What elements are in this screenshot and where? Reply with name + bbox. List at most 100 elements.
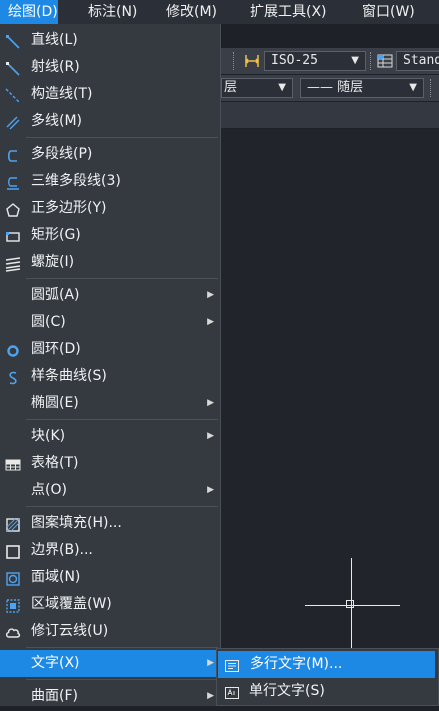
rectangle-icon (5, 228, 21, 244)
menu-item-mtext[interactable]: 多行文字(M)... (218, 651, 435, 678)
menu-item-table[interactable]: 表格(T) (0, 450, 220, 477)
menu-item-label: 表格(T) (31, 455, 79, 471)
textstyle-combo[interactable]: Stand (396, 51, 439, 71)
menu-item-label: 圆弧(A) (31, 287, 80, 303)
multiline-icon (5, 114, 21, 130)
menu-bar: 绘图(D) 标注(N) 修改(M) 扩展工具(X) 窗口(W) (0, 0, 439, 24)
menu-item-rectangle[interactable]: 矩形(G) (0, 222, 220, 249)
menu-item-donut[interactable]: 圆环(D) (0, 336, 220, 363)
menu-item-label: 点(O) (31, 482, 67, 498)
menu-item-label: 多行文字(M)... (250, 656, 343, 672)
ray-icon (5, 60, 21, 76)
menu-item-label: 矩形(G) (31, 227, 81, 243)
menu-window[interactable]: 窗口(W) (354, 0, 423, 24)
menu-item-label: 边界(B)... (31, 542, 93, 558)
menu-separator (26, 137, 218, 138)
menu-separator (26, 647, 218, 648)
menu-item-hatch[interactable]: 图案填充(H)... (0, 510, 220, 537)
menu-dimension[interactable]: 标注(N) (80, 0, 145, 24)
chevron-down-icon: ▼ (351, 55, 359, 66)
menu-item-label: 文字(X) (31, 655, 80, 671)
dimstyle-icon[interactable] (244, 53, 260, 69)
menu-item-label: 区域覆盖(W) (31, 596, 112, 612)
menu-item-3d-polyline[interactable]: 三维多段线(3) (0, 168, 220, 195)
menu-item-multiline[interactable]: 多线(M) (0, 108, 220, 135)
submenu-arrow-icon: ▶ (207, 398, 214, 408)
menu-item-label: 射线(R) (31, 59, 80, 75)
polyline-icon (5, 147, 21, 163)
menu-item-line[interactable]: 直线(L) (0, 27, 220, 54)
menu-item-label: 构造线(T) (31, 86, 93, 102)
menu-separator (26, 419, 218, 420)
menu-item-spline[interactable]: 样条曲线(S) (0, 363, 220, 390)
menu-item-label: 多段线(P) (31, 146, 93, 162)
menu-item-point[interactable]: 点(O) ▶ (0, 477, 220, 504)
submenu-arrow-icon: ▶ (207, 431, 214, 441)
menu-item-label: 样条曲线(S) (31, 368, 107, 384)
wipeout-icon (5, 597, 21, 613)
menu-separator (26, 506, 218, 507)
menu-item-polygon[interactable]: 正多边形(Y) (0, 195, 220, 222)
menu-item-label: 图案填充(H)... (31, 515, 122, 531)
chevron-down-icon: ▼ (278, 82, 286, 93)
submenu-arrow-icon: ▶ (207, 485, 214, 495)
menu-item-helix[interactable]: 螺旋(I) (0, 249, 220, 276)
layer-combo[interactable]: 层 ▼ (221, 78, 293, 98)
menu-item-label: 面域(N) (31, 569, 81, 585)
menu-item-arc[interactable]: 圆弧(A) ▶ (0, 282, 220, 309)
menu-item-text[interactable]: 文字(X) ▶ (0, 650, 220, 677)
menu-item-ray[interactable]: 射线(R) (0, 54, 220, 81)
menu-modify[interactable]: 修改(M) (158, 0, 225, 24)
menu-item-label: 多线(M) (31, 113, 83, 129)
toolbar-separator (430, 79, 433, 97)
textstyle-value: Stand (403, 53, 439, 68)
menu-item-label: 三维多段线(3) (31, 173, 121, 189)
mtext-icon (224, 657, 240, 673)
region-icon (5, 570, 21, 586)
menu-separator (26, 679, 218, 680)
menu-item-label: 螺旋(I) (31, 254, 75, 270)
table-icon (5, 456, 21, 472)
construction-line-icon (5, 87, 21, 104)
text-submenu: 多行文字(M)... 单行文字(S) (216, 648, 439, 706)
menu-item-polyline[interactable]: 多段线(P) (0, 141, 220, 168)
3d-polyline-icon (5, 174, 21, 190)
linetype-value: —— 随层 (307, 80, 364, 95)
menu-draw[interactable]: 绘图(D) (0, 0, 58, 24)
menu-separator (26, 278, 218, 279)
spline-icon (5, 369, 21, 385)
menu-item-ellipse[interactable]: 椭圆(E) ▶ (0, 390, 220, 417)
layer-value: 层 (224, 80, 238, 95)
boundary-icon (5, 543, 21, 559)
linetype-combo[interactable]: —— 随层 ▼ (300, 78, 424, 98)
dimstyle-value: ISO-25 (271, 53, 318, 68)
menu-item-label: 块(K) (31, 428, 66, 444)
toolbar-separator (370, 52, 373, 70)
textstyle-icon[interactable] (377, 53, 393, 69)
submenu-arrow-icon: ▶ (207, 317, 214, 327)
submenu-arrow-icon: ▶ (207, 290, 214, 300)
menu-item-label: 修订云线(U) (31, 623, 109, 639)
single-line-text-icon (224, 684, 240, 700)
submenu-arrow-icon: ▶ (207, 658, 214, 668)
menu-item-label: 单行文字(S) (249, 683, 325, 699)
toolbar-separator (233, 52, 236, 70)
donut-icon (5, 342, 21, 358)
line-icon (5, 33, 21, 49)
crosshair-pickbox (346, 600, 354, 608)
hatch-icon (5, 516, 21, 532)
menu-extended-tools[interactable]: 扩展工具(X) (242, 0, 335, 24)
menu-item-revcloud[interactable]: 修订云线(U) (0, 618, 220, 645)
dimstyle-combo[interactable]: ISO-25 ▼ (264, 51, 366, 71)
menu-item-region[interactable]: 面域(N) (0, 564, 220, 591)
menu-item-wipeout[interactable]: 区域覆盖(W) (0, 591, 220, 618)
menu-item-label: 圆(C) (31, 314, 66, 330)
menu-item-circle[interactable]: 圆(C) ▶ (0, 309, 220, 336)
menu-item-construction-line[interactable]: 构造线(T) (0, 81, 220, 108)
menu-item-single-line-text[interactable]: 单行文字(S) (217, 678, 438, 705)
menu-item-boundary[interactable]: 边界(B)... (0, 537, 220, 564)
polygon-icon (5, 201, 21, 217)
menu-item-block[interactable]: 块(K) ▶ (0, 423, 220, 450)
draw-dropdown-menu: 直线(L) 射线(R) 构造线(T) 多线(M) 多段线(P) 三维多段线(3)… (0, 24, 221, 706)
menu-item-label: 直线(L) (31, 32, 78, 48)
